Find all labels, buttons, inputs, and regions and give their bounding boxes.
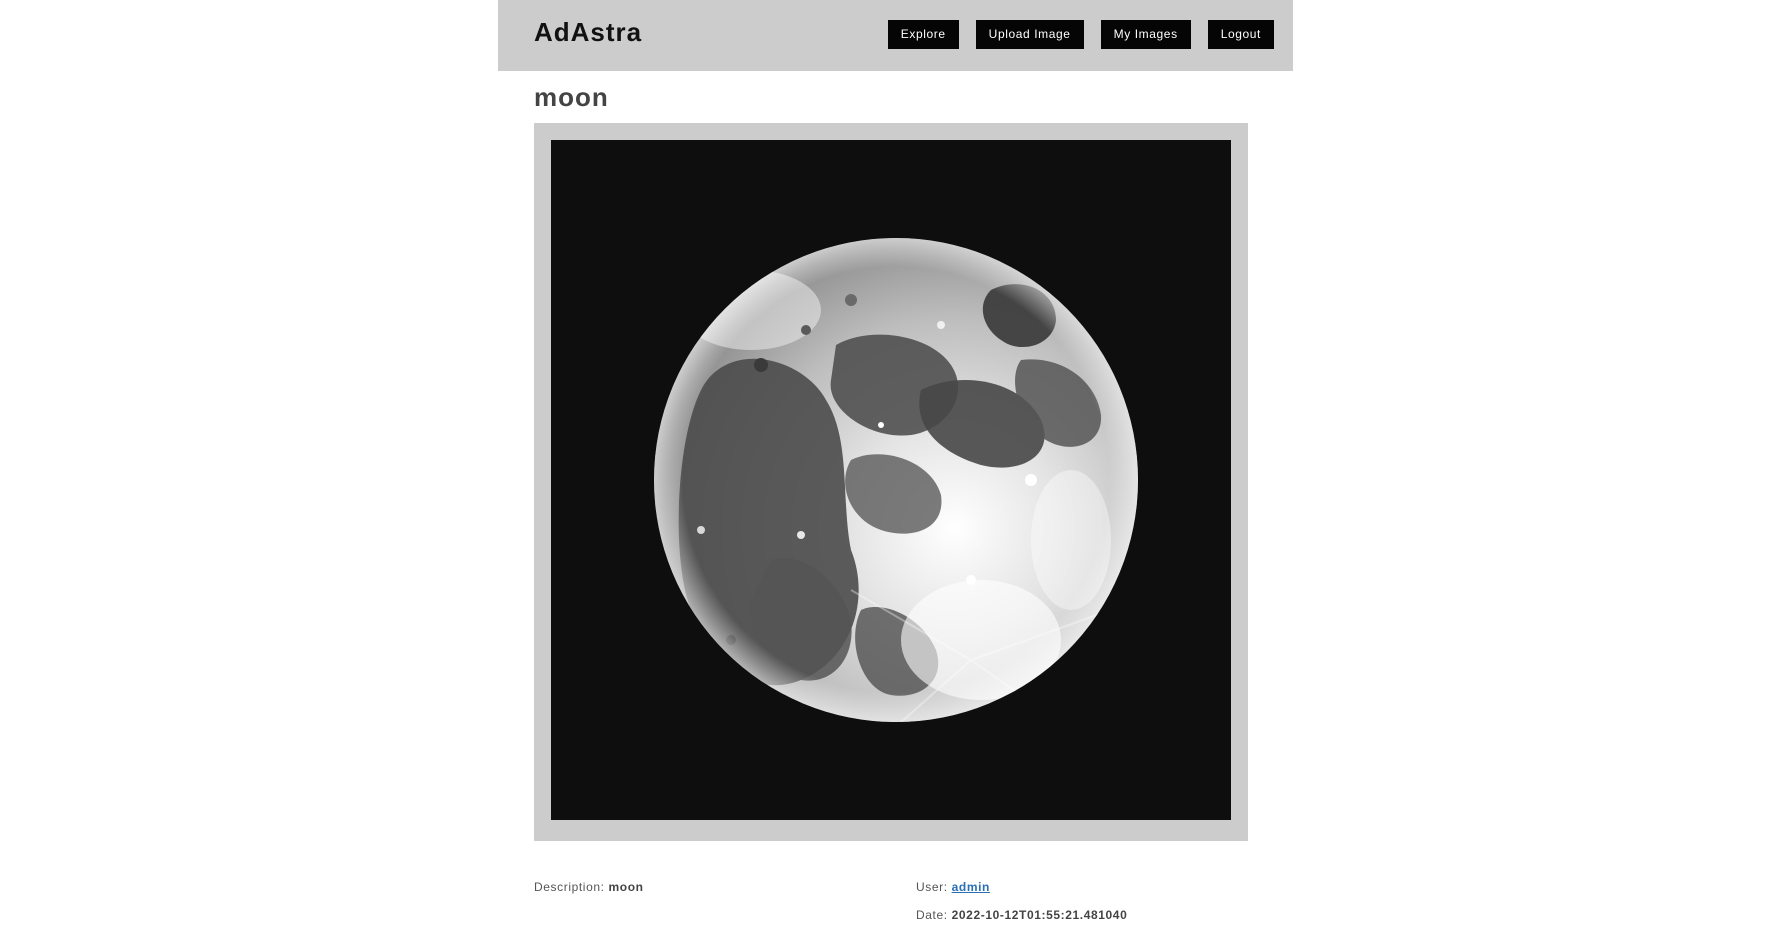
user-label: User: bbox=[916, 880, 948, 894]
top-header: AdAstra Explore Upload Image My Images L… bbox=[498, 0, 1293, 71]
logout-button[interactable]: Logout bbox=[1207, 20, 1274, 49]
description-label: Description: bbox=[534, 880, 605, 894]
site-brand[interactable]: AdAstra bbox=[534, 17, 642, 48]
date-value: 2022-10-12T01:55:21.481040 bbox=[951, 908, 1128, 922]
date-row: Date: 2022-10-12T01:55:21.481040 bbox=[916, 908, 1127, 922]
user-link[interactable]: admin bbox=[952, 880, 990, 894]
image-title: moon bbox=[534, 82, 609, 112]
description-row: Description: moon bbox=[534, 880, 644, 894]
explore-button[interactable]: Explore bbox=[887, 20, 959, 49]
my-images-button[interactable]: My Images bbox=[1100, 20, 1191, 49]
user-row: User: admin bbox=[916, 880, 990, 894]
date-label: Date: bbox=[916, 908, 948, 922]
moon-image bbox=[551, 140, 1231, 820]
upload-image-button[interactable]: Upload Image bbox=[975, 20, 1084, 49]
main-nav: Explore Upload Image My Images Logout bbox=[887, 20, 1274, 49]
page-container: AdAstra Explore Upload Image My Images L… bbox=[498, 0, 1293, 930]
description-value: moon bbox=[608, 880, 644, 894]
image-frame bbox=[534, 123, 1248, 841]
